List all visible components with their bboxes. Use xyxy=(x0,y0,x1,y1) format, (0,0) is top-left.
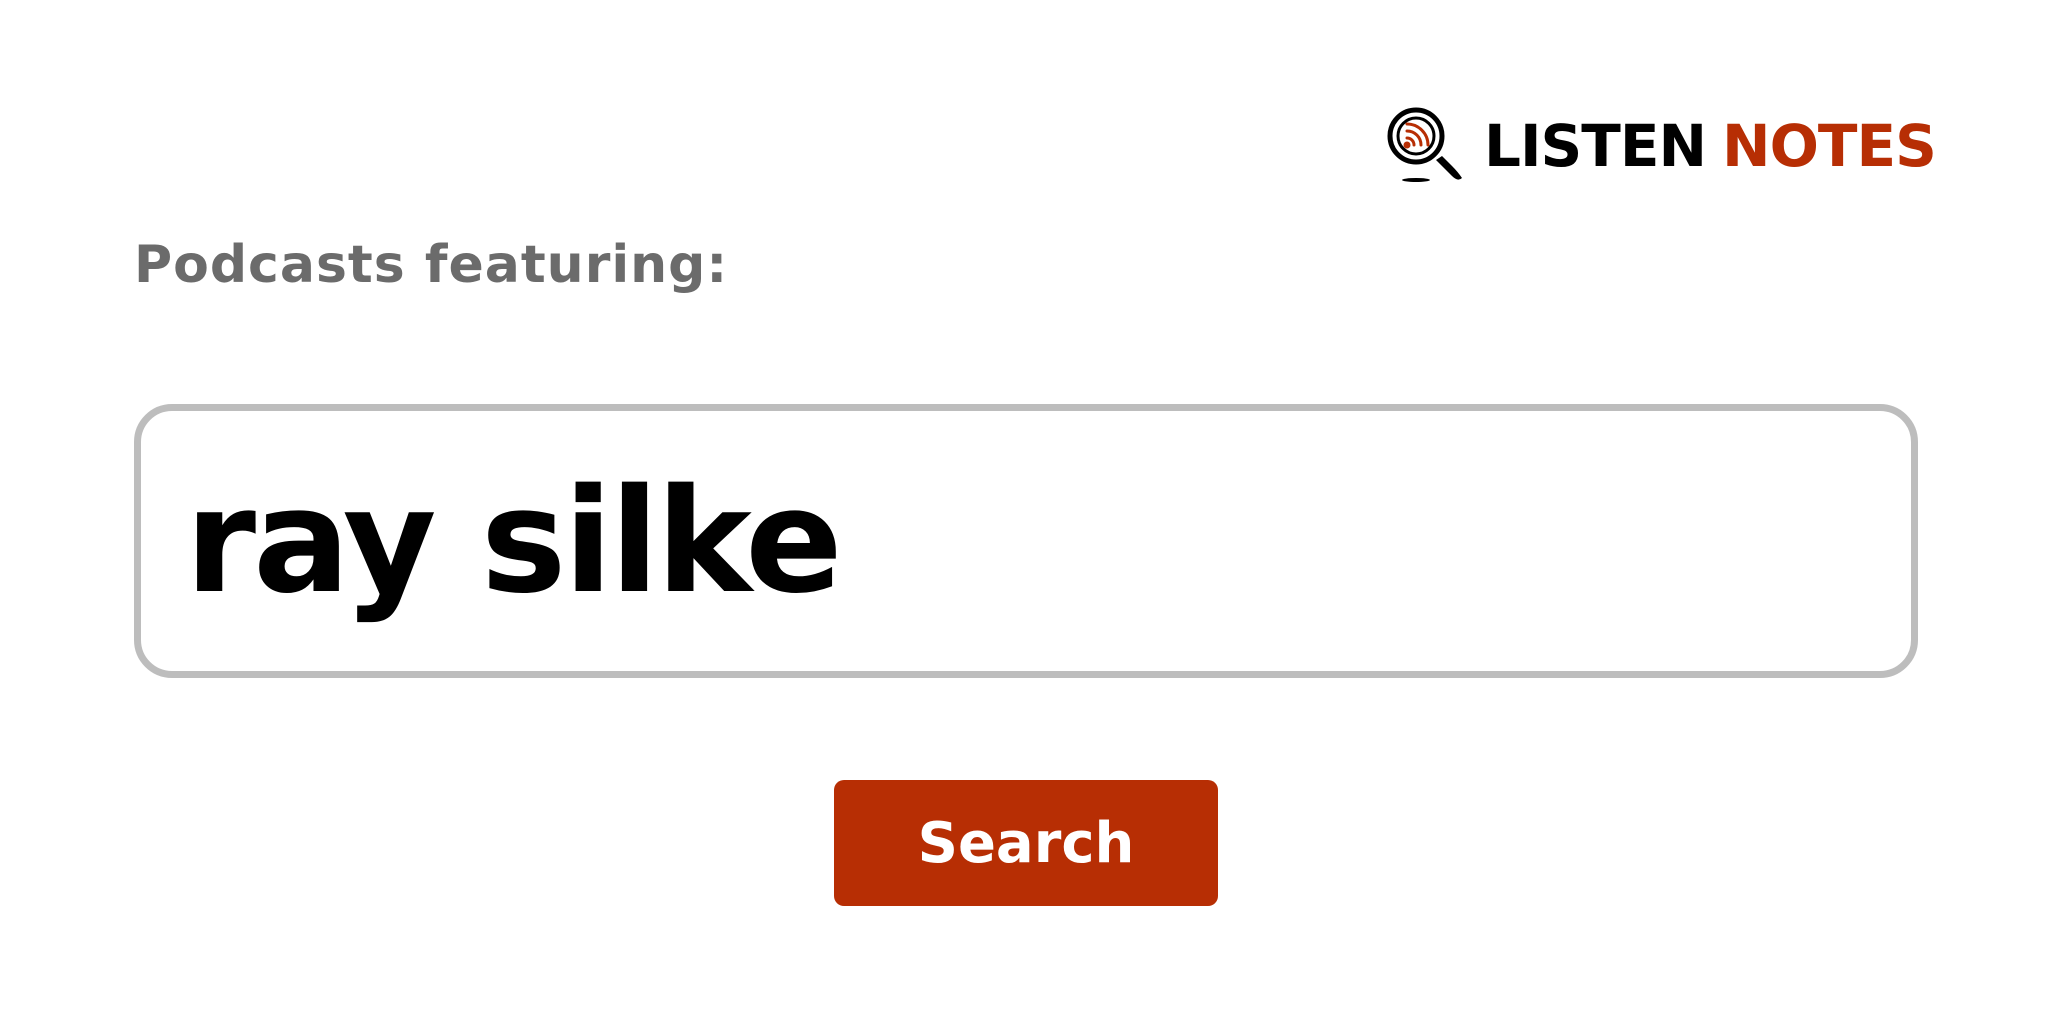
logo-wordmark: LISTEN NOTES xyxy=(1484,117,1937,175)
logo-word-listen: LISTEN xyxy=(1484,112,1707,180)
search-box[interactable] xyxy=(134,404,1918,678)
search-input[interactable] xyxy=(185,457,1867,625)
magnifier-podcast-icon xyxy=(1387,107,1462,182)
logo-word-notes: NOTES xyxy=(1722,112,1937,180)
search-button[interactable]: Search xyxy=(834,780,1218,906)
listen-notes-logo: LISTEN NOTES xyxy=(1386,106,1937,186)
podcasts-featuring-heading: Podcasts featuring: xyxy=(134,235,729,295)
